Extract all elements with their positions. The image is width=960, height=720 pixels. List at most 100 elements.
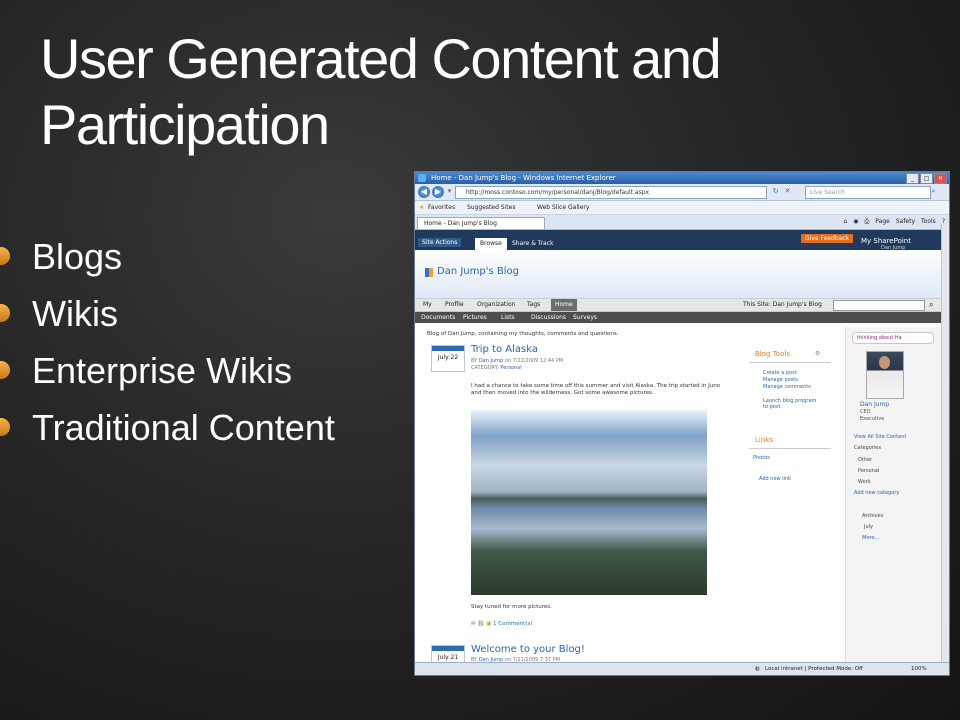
favorites-star-icon[interactable]: ★	[419, 201, 424, 214]
ql-lists[interactable]: Lists	[501, 312, 515, 323]
gear-icon[interactable]: ⚙	[815, 350, 820, 357]
bullet-icon	[0, 361, 10, 379]
maximize-button[interactable]: □	[920, 173, 933, 184]
ql-discussions[interactable]: Discussions	[531, 312, 566, 323]
home-icon[interactable]: ⌂	[843, 216, 847, 228]
slide-title: User Generated Content and Participation	[40, 27, 722, 156]
forward-icon[interactable]: ▶	[432, 186, 444, 198]
ql-pictures[interactable]: Pictures	[463, 312, 487, 323]
site-actions-menu[interactable]: Site Actions	[418, 238, 462, 247]
tab-bar: Home - Dan Jump's Blog ⌂ ◉ ⎙ Page Safety…	[415, 215, 949, 230]
comment-icon: ▣	[486, 621, 492, 627]
refresh-icon[interactable]: ↻	[771, 187, 780, 196]
add-new-link[interactable]: Add new link	[759, 476, 791, 482]
search-go-icon[interactable]: ⌕	[929, 299, 933, 311]
nav-tags[interactable]: Tags	[527, 299, 540, 311]
profile-name-link[interactable]: Dan Jump	[860, 401, 889, 408]
blog-title[interactable]: Dan Jump's Blog	[437, 266, 519, 277]
nav-profile[interactable]: Profile	[445, 299, 464, 311]
tab-share-track[interactable]: Share & Track	[507, 238, 559, 250]
print-icon[interactable]: ⎙	[864, 216, 869, 228]
archive-july[interactable]: July	[864, 524, 873, 530]
avatar[interactable]	[866, 351, 904, 399]
status-input[interactable]: thinking about Ha	[852, 332, 934, 344]
my-sharepoint-menu[interactable]: My SharePoint	[861, 237, 911, 245]
search-icon[interactable]: ⌕	[929, 187, 938, 196]
close-button[interactable]: ✕	[934, 173, 947, 184]
profile-title: CEO	[860, 409, 871, 415]
sharepoint-ribbon: Site Actions Browse Share & Track Give F…	[415, 230, 949, 251]
vertical-scrollbar[interactable]	[941, 224, 949, 662]
blog-description: Blog of Dan Jump, containing my thoughts…	[427, 331, 619, 337]
add-category-link[interactable]: Add new category	[854, 490, 899, 496]
nav-organization[interactable]: Organization	[477, 299, 515, 311]
category-other[interactable]: Other	[858, 457, 872, 463]
minimize-button[interactable]: _	[906, 173, 919, 184]
post-photo	[471, 410, 707, 595]
post-body: I had a chance to take some time off thi…	[471, 383, 721, 396]
post-meta: BY Dan Jump on 7/22/2009 12:44 PM CATEGO…	[471, 358, 564, 371]
site-header: Dan Jump's Blog	[415, 250, 949, 299]
back-icon[interactable]: ◀	[418, 186, 430, 198]
launch-blog-program-link[interactable]: Launch blog program to post	[763, 398, 823, 410]
site-search-input[interactable]	[833, 300, 925, 311]
dropdown-icon[interactable]: ▾	[445, 187, 454, 196]
safety-menu[interactable]: Safety	[896, 216, 915, 228]
bullet-icon	[0, 247, 10, 265]
manage-comments-link[interactable]: Manage comments	[763, 384, 813, 390]
ie-icon	[418, 174, 426, 182]
nav-home[interactable]: Home	[551, 299, 577, 311]
category-work[interactable]: Work	[858, 479, 871, 485]
bullet-item: Enterprise Wikis	[0, 342, 335, 399]
profile-panel: thinking about Ha Dan Jump CEO Executive…	[845, 327, 942, 662]
tab-browse[interactable]: Browse	[475, 238, 507, 250]
page-menu[interactable]: Page	[875, 216, 890, 228]
categories-heading: Categories	[854, 445, 881, 451]
top-navigation: My Profile Organization Tags Home This S…	[415, 299, 949, 312]
search-input[interactable]: Live Search	[805, 186, 931, 199]
bullet-list: Blogs Wikis Enterprise Wikis Traditional…	[0, 228, 335, 456]
quick-launch-bar: Documents Pictures Lists Discussions Sur…	[415, 312, 949, 323]
browser-window: Home - Dan Jump's Blog - Windows Interne…	[414, 171, 950, 676]
create-post-link[interactable]: Create a post	[763, 370, 797, 376]
archives-more-link[interactable]: More...	[862, 535, 879, 541]
bullet-item: Wikis	[0, 285, 335, 342]
url-input[interactable]: http://moss.contoso.com/my/personal/danj…	[455, 186, 767, 199]
view-all-content-link[interactable]: View All Site Content	[854, 434, 906, 440]
links-title: Links	[755, 436, 773, 444]
address-bar: ◀ ▶ ▾ http://moss.contoso.com/my/persona…	[415, 184, 949, 201]
bullet-text: Wikis	[32, 293, 118, 334]
stop-icon[interactable]: ✕	[783, 187, 792, 196]
browser-tab[interactable]: Home - Dan Jump's Blog	[417, 217, 545, 229]
search-scope-label[interactable]: This Site: Dan Jump's Blog	[743, 299, 822, 311]
post-author-link[interactable]: Dan Jump	[479, 358, 503, 364]
window-titlebar[interactable]: Home - Dan Jump's Blog - Windows Interne…	[415, 172, 949, 184]
feeds-icon[interactable]: ◉	[853, 216, 858, 228]
nav-my[interactable]: My	[423, 299, 432, 311]
tools-menu[interactable]: Tools	[921, 216, 936, 228]
ql-documents[interactable]: Documents	[421, 312, 455, 323]
post-footer-text: Stay tuned for more pictures.	[471, 604, 552, 610]
bullet-item: Traditional Content	[0, 399, 335, 456]
profile-title-secondary: Executive	[860, 416, 885, 422]
zoom-level[interactable]: 100%	[911, 663, 927, 675]
email-icon[interactable]: ✉	[471, 621, 476, 627]
links-item-photos[interactable]: Photos	[753, 455, 770, 461]
favorites-button[interactable]: Favorites	[428, 201, 455, 214]
window-title: Home - Dan Jump's Blog - Windows Interne…	[431, 174, 616, 182]
ql-surveys[interactable]: Surveys	[573, 312, 597, 323]
category-personal[interactable]: Personal	[858, 468, 879, 474]
bullet-icon	[0, 304, 10, 322]
comments-link[interactable]: 1 Comment(s)	[493, 621, 532, 627]
give-feedback-button[interactable]: Give Feedback	[801, 234, 854, 243]
blog-tools-title: Blog Tools	[755, 350, 790, 358]
link-icon[interactable]: ⛓	[477, 621, 484, 627]
post-date: July 22	[431, 345, 465, 372]
web-slice-gallery-link[interactable]: Web Slice Gallery	[537, 201, 589, 214]
post-category-link[interactable]: Personal	[500, 365, 521, 371]
post-title-link[interactable]: Welcome to your Blog!	[471, 644, 585, 655]
suggested-sites-link[interactable]: Suggested Sites	[467, 201, 515, 214]
manage-posts-link[interactable]: Manage posts	[763, 377, 798, 383]
post-title-link[interactable]: Trip to Alaska	[471, 344, 538, 355]
status-bar: ◍ Local intranet | Protected Mode: Off 1…	[415, 662, 949, 675]
